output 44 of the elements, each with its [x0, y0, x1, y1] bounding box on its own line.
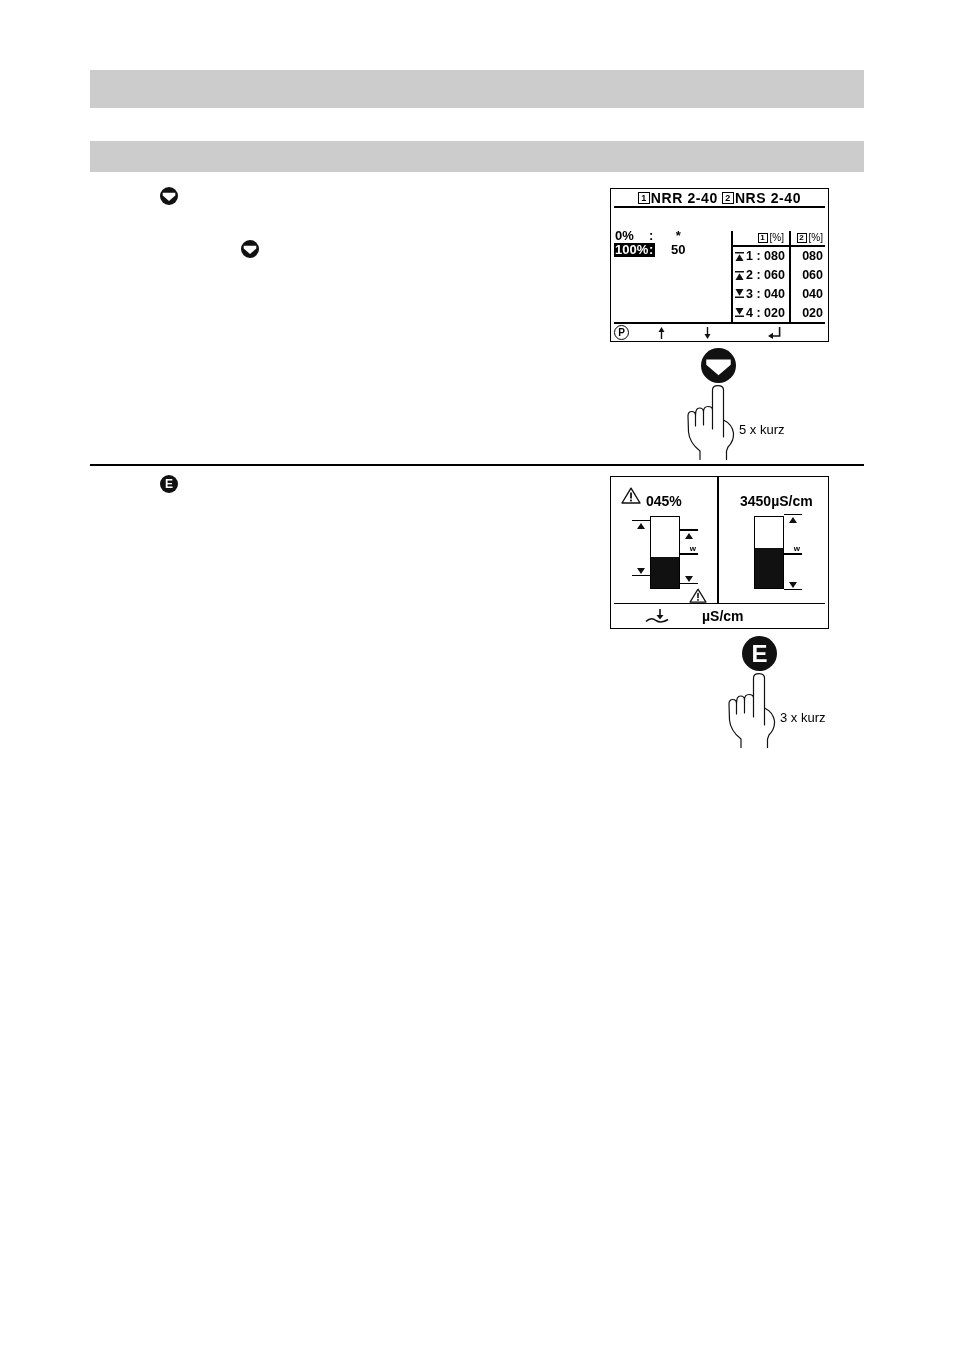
wave-down-arrow-icon	[645, 608, 669, 624]
press-count-text: 3 x kurz	[780, 711, 826, 725]
press-count-text: 5 x kurz	[739, 423, 785, 437]
down-key-icon	[160, 187, 178, 205]
scale-value: *	[674, 229, 682, 243]
limit-value: 040	[802, 286, 823, 301]
unit-label: [%]	[769, 233, 784, 243]
scale-value: 50	[670, 243, 687, 257]
pointing-hand-icon	[687, 385, 735, 460]
reading-text: 045%	[646, 494, 682, 508]
limit-value: 2 : 060	[746, 268, 785, 283]
down-key-icon	[701, 348, 736, 383]
limit-value: 1 : 080	[746, 249, 785, 264]
setpoint-label: w	[793, 545, 800, 553]
unit-label: µS/cm	[702, 608, 744, 624]
reading-text: 3450µS/cm	[740, 494, 813, 508]
limit-value: 060	[802, 268, 823, 283]
down-key-icon	[241, 240, 259, 258]
limit-value: 080	[802, 249, 823, 264]
channel-number: 1	[637, 192, 650, 204]
device-title: NRR 2-40	[650, 191, 718, 205]
down-arrow-icon	[704, 326, 711, 339]
scale-label: 0%	[614, 229, 635, 243]
colon-text: :	[649, 229, 655, 243]
unit-label: [%]	[808, 233, 823, 243]
down-triangle-bar-icon	[735, 289, 744, 299]
limit-value: 020	[802, 305, 823, 320]
limit-value: 3 : 040	[746, 286, 785, 301]
channel-number: 2	[721, 192, 734, 204]
up-triangle-bar-icon	[735, 270, 744, 280]
limit-value: 4 : 020	[746, 305, 785, 320]
scale-label: 100%	[614, 243, 649, 257]
down-triangle-bar-icon	[735, 308, 744, 318]
device-title: NRS 2-40	[734, 191, 802, 205]
channel-number: 2	[796, 233, 807, 243]
key-symbol: E	[160, 475, 178, 493]
up-arrow-icon	[658, 326, 665, 339]
channel-number: 1	[757, 233, 768, 243]
colon-text: :	[649, 243, 656, 257]
setpoint-label: w	[689, 545, 696, 553]
up-triangle-bar-icon	[735, 251, 744, 261]
pointing-hand-icon	[728, 673, 776, 748]
enter-arrow-icon	[768, 326, 781, 339]
key-symbol: E	[742, 636, 777, 671]
